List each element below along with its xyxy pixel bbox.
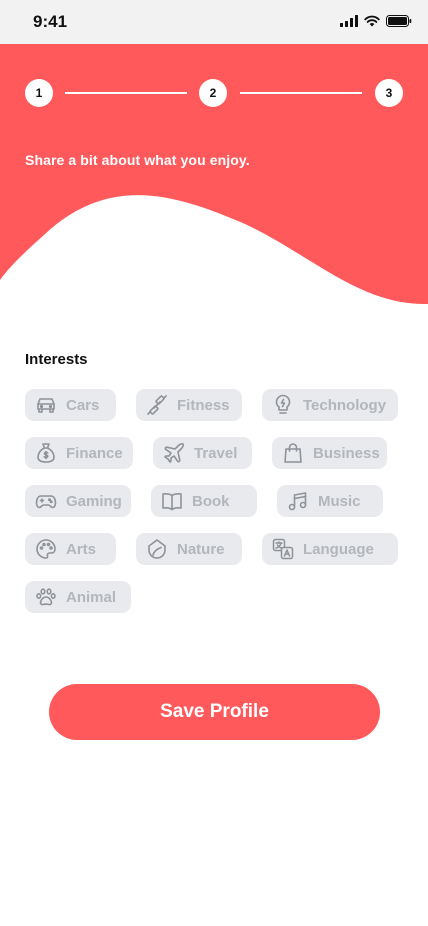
interest-label: Fitness xyxy=(177,396,230,414)
music-note-icon xyxy=(286,489,310,513)
interest-label: Nature xyxy=(177,540,225,558)
interest-label: Gaming xyxy=(66,492,122,510)
car-icon xyxy=(34,393,58,417)
lightbulb-icon xyxy=(271,393,295,417)
money-bag-icon xyxy=(34,441,58,465)
interest-label: Business xyxy=(313,444,380,462)
interest-label: Technology xyxy=(303,396,387,414)
palette-icon xyxy=(34,537,58,561)
interest-chip-language[interactable]: Language xyxy=(262,533,398,565)
interest-chip-nature[interactable]: Nature xyxy=(136,533,242,565)
interest-label: Book xyxy=(192,492,230,510)
hero-subtitle: Share a bit about what you enjoy. xyxy=(25,152,250,168)
interest-label: Animal xyxy=(66,588,117,606)
interest-chip-business[interactable]: Business xyxy=(272,437,387,469)
interest-label: Cars xyxy=(66,396,100,414)
interest-chip-finance[interactable]: Finance xyxy=(25,437,133,469)
interest-label: Music xyxy=(318,492,361,510)
interest-label: Travel xyxy=(194,444,238,462)
gamepad-icon xyxy=(34,489,58,513)
shopping-bag-icon xyxy=(281,441,305,465)
save-profile-button[interactable]: Save Profile xyxy=(49,684,380,740)
paw-icon xyxy=(34,585,58,609)
save-profile-label: Save Profile xyxy=(160,701,269,722)
interest-chip-animal[interactable]: Animal xyxy=(25,581,131,613)
interest-label: Finance xyxy=(66,444,123,462)
stepper-line-2 xyxy=(240,92,362,94)
book-icon xyxy=(160,489,184,513)
step-1[interactable]: 1 xyxy=(25,79,53,107)
status-time: 9:41 xyxy=(33,12,68,31)
status-icons xyxy=(340,15,412,27)
interest-chip-fitness[interactable]: Fitness xyxy=(136,389,242,421)
leaf-icon xyxy=(145,537,169,561)
interest-chip-gaming[interactable]: Gaming xyxy=(25,485,131,517)
interest-chip-book[interactable]: Book xyxy=(151,485,257,517)
airplane-icon xyxy=(162,441,186,465)
interest-label: Arts xyxy=(66,540,97,558)
interest-chip-music[interactable]: Music xyxy=(277,485,383,517)
interest-label: Language xyxy=(303,540,374,558)
interest-chip-travel[interactable]: Travel xyxy=(153,437,252,469)
hero-header: 1 2 3 Share a bit about what you enjoy. xyxy=(0,44,428,306)
dumbbell-icon xyxy=(145,393,169,417)
stepper-line-1 xyxy=(65,92,187,94)
translate-icon xyxy=(271,537,295,561)
interest-chip-arts[interactable]: Arts xyxy=(25,533,116,565)
interests-title: Interests xyxy=(25,351,88,368)
battery-icon xyxy=(386,15,412,27)
interest-chip-technology[interactable]: Technology xyxy=(262,389,398,421)
wifi-icon xyxy=(364,15,380,27)
step-3[interactable]: 3 xyxy=(375,79,403,107)
status-bar: 9:41 xyxy=(0,0,428,44)
cellular-signal-icon xyxy=(340,15,358,27)
interest-chip-cars[interactable]: Cars xyxy=(25,389,116,421)
step-2[interactable]: 2 xyxy=(199,79,227,107)
